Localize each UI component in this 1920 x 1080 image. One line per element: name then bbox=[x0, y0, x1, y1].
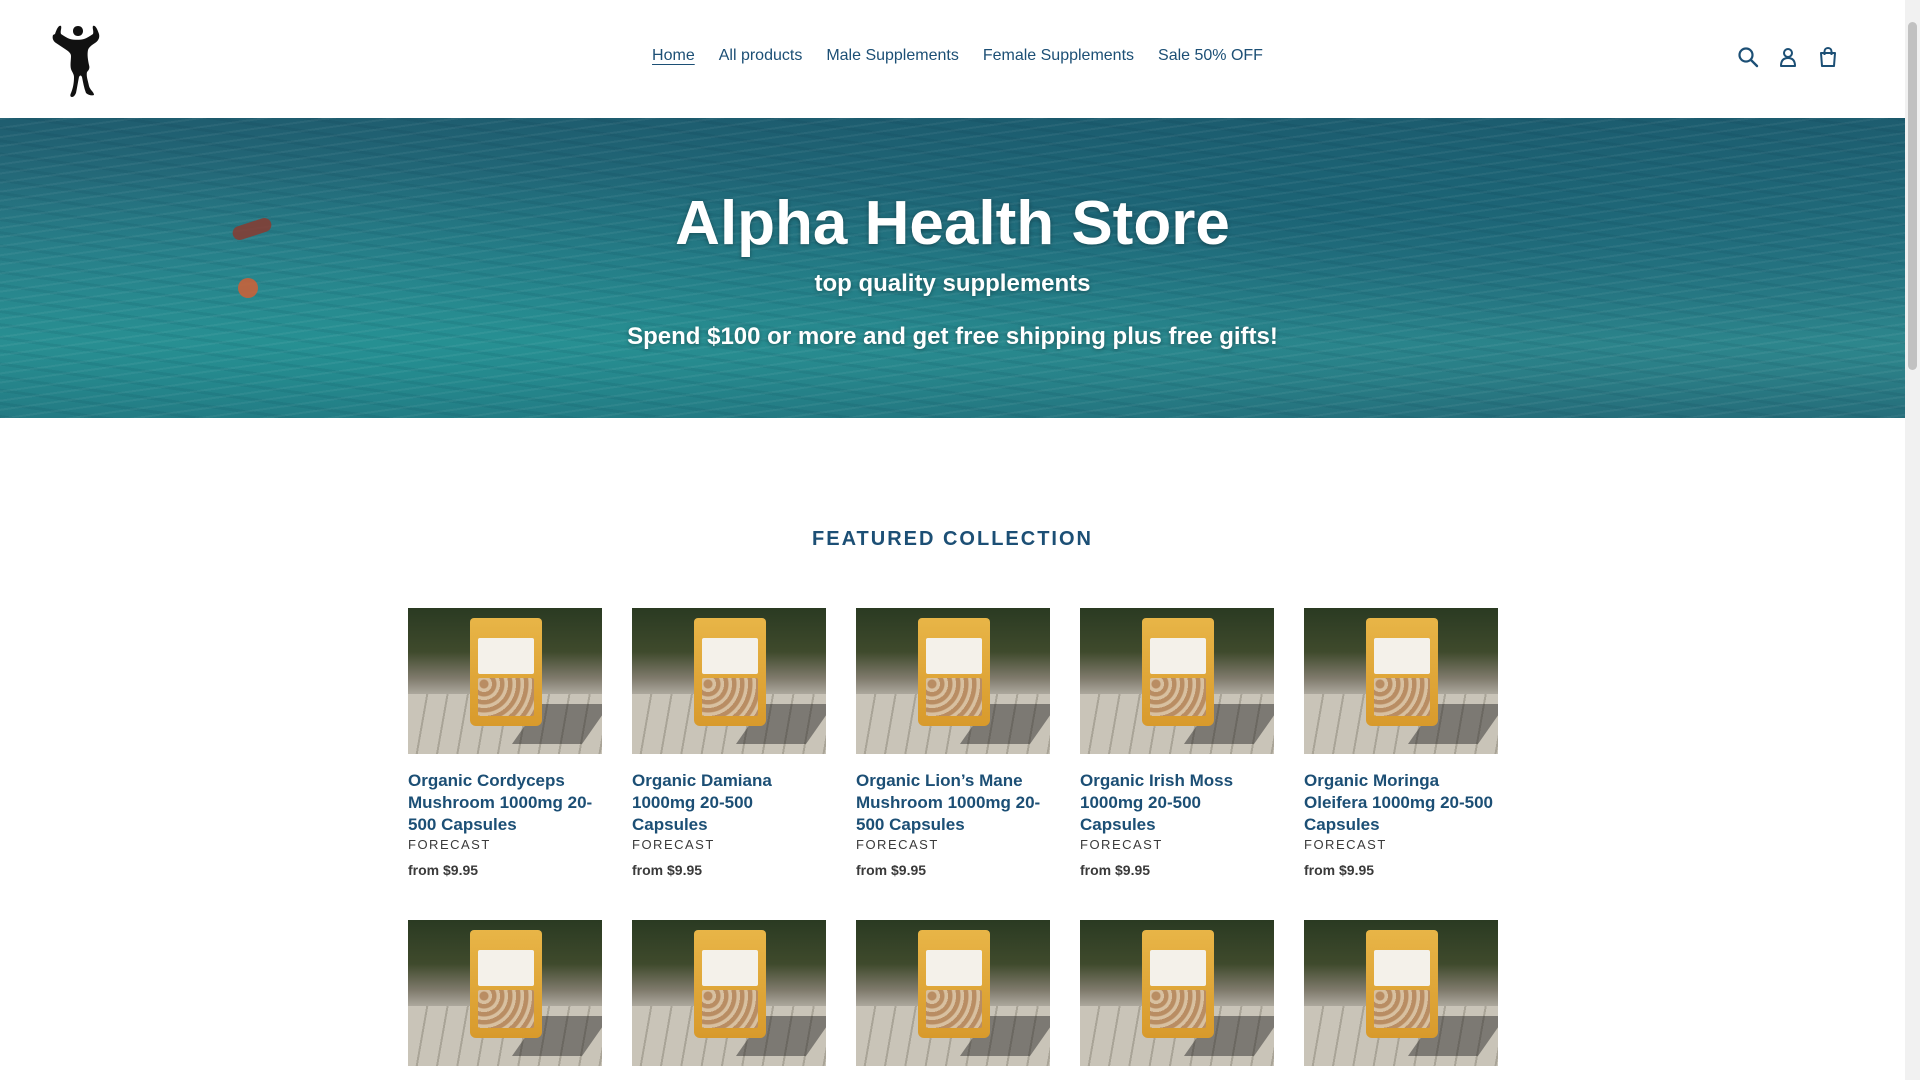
scrollbar-thumb[interactable] bbox=[1908, 22, 1917, 370]
product-card[interactable] bbox=[632, 920, 826, 1066]
product-vendor: FORECAST bbox=[632, 837, 715, 852]
product-title[interactable]: Organic Cordyceps Mushroom 1000mg 20-500… bbox=[408, 770, 602, 836]
product-card[interactable] bbox=[1304, 920, 1498, 1066]
header-icons bbox=[1737, 46, 1839, 68]
hero-title: Alpha Health Store bbox=[675, 189, 1230, 258]
product-card[interactable] bbox=[408, 920, 602, 1066]
search-icon[interactable] bbox=[1737, 46, 1759, 68]
product-card[interactable]: Organic Moringa Oleifera 1000mg 20-500 C… bbox=[1304, 608, 1498, 878]
product-card[interactable]: Organic Irish Moss 1000mg 20-500 Capsule… bbox=[1080, 608, 1274, 878]
nav-all-products[interactable]: All products bbox=[719, 47, 803, 65]
product-title[interactable]: Organic Damiana 1000mg 20-500 Capsules bbox=[632, 770, 826, 836]
product-image[interactable] bbox=[632, 920, 826, 1066]
nav-home[interactable]: Home bbox=[652, 47, 695, 65]
product-image[interactable] bbox=[1304, 920, 1498, 1066]
product-vendor: FORECAST bbox=[1304, 837, 1387, 852]
product-image[interactable] bbox=[632, 608, 826, 754]
account-icon[interactable] bbox=[1777, 46, 1799, 68]
product-vendor: FORECAST bbox=[408, 837, 491, 852]
cart-icon[interactable] bbox=[1817, 46, 1839, 68]
product-price: from $9.95 bbox=[1080, 862, 1151, 878]
product-price: from $9.95 bbox=[408, 862, 479, 878]
product-image[interactable] bbox=[1080, 920, 1274, 1066]
product-card[interactable]: Organic Cordyceps Mushroom 1000mg 20-500… bbox=[408, 608, 602, 878]
featured-collection-title: FEATURED COLLECTION bbox=[812, 528, 1093, 550]
product-price: from $9.95 bbox=[632, 862, 703, 878]
product-title[interactable]: Organic Lion’s Mane Mushroom 1000mg 20-5… bbox=[856, 770, 1050, 836]
hero-banner: Alpha Health Store top quality supplemen… bbox=[0, 118, 1905, 418]
hero-promo: Spend $100 or more and get free shipping… bbox=[627, 323, 1278, 350]
product-image[interactable] bbox=[1304, 608, 1498, 754]
hero-subtitle: top quality supplements bbox=[814, 270, 1091, 297]
product-image[interactable] bbox=[408, 608, 602, 754]
ocean-background bbox=[0, 118, 1905, 418]
page-scrollbar[interactable] bbox=[1905, 0, 1920, 1080]
main-nav: Home All products Male Supplements Femal… bbox=[0, 47, 1905, 65]
product-title[interactable]: Organic Moringa Oleifera 1000mg 20-500 C… bbox=[1304, 770, 1498, 836]
product-title[interactable]: Organic Irish Moss 1000mg 20-500 Capsule… bbox=[1080, 770, 1274, 836]
product-price: from $9.95 bbox=[856, 862, 927, 878]
product-image[interactable] bbox=[856, 920, 1050, 1066]
product-card[interactable]: Organic Lion’s Mane Mushroom 1000mg 20-5… bbox=[856, 608, 1050, 878]
product-vendor: FORECAST bbox=[856, 837, 939, 852]
product-card[interactable] bbox=[1080, 920, 1274, 1066]
nav-sale[interactable]: Sale 50% OFF bbox=[1158, 47, 1263, 65]
product-card[interactable]: Organic Damiana 1000mg 20-500 Capsules F… bbox=[632, 608, 826, 878]
nav-female-supplements[interactable]: Female Supplements bbox=[983, 47, 1134, 65]
product-vendor: FORECAST bbox=[1080, 837, 1163, 852]
site-header: Home All products Male Supplements Femal… bbox=[0, 0, 1905, 118]
product-grid: Organic Cordyceps Mushroom 1000mg 20-500… bbox=[408, 608, 1498, 1066]
product-image[interactable] bbox=[856, 608, 1050, 754]
nav-male-supplements[interactable]: Male Supplements bbox=[826, 47, 959, 65]
product-card[interactable] bbox=[856, 920, 1050, 1066]
product-image[interactable] bbox=[408, 920, 602, 1066]
product-image[interactable] bbox=[1080, 608, 1274, 754]
product-price: from $9.95 bbox=[1304, 862, 1375, 878]
